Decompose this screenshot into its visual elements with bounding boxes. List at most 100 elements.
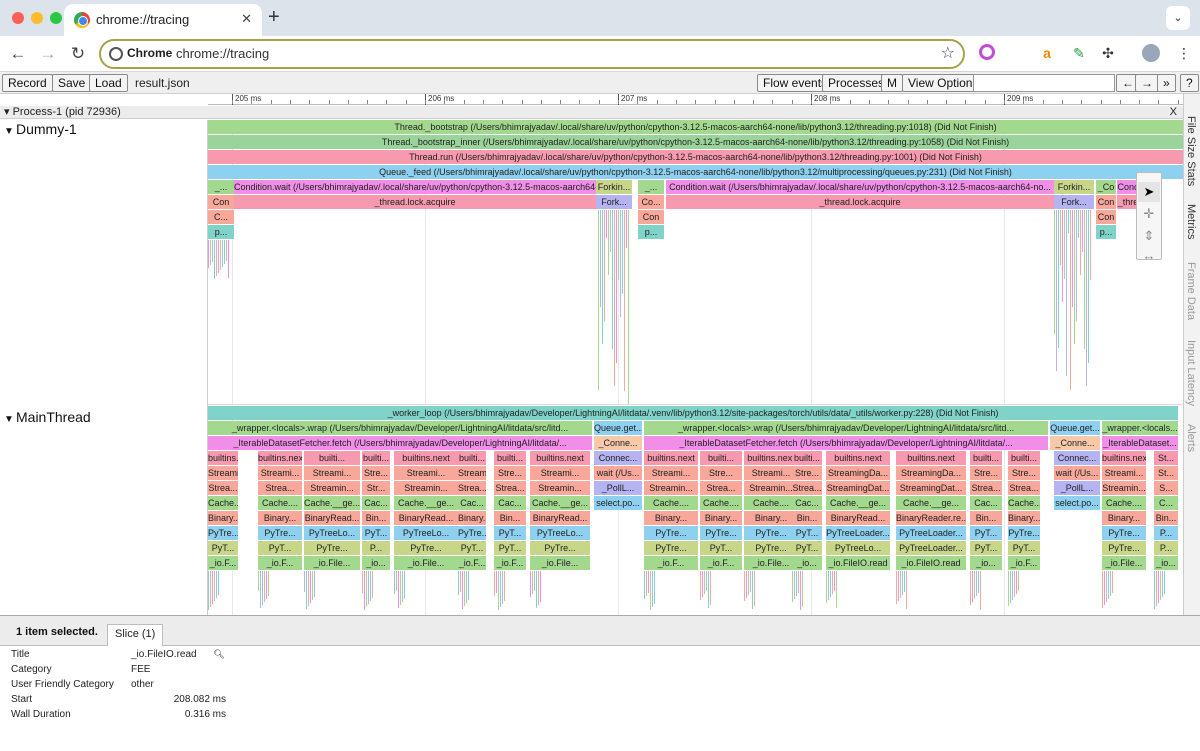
slice[interactable]: _io.File... bbox=[1102, 556, 1146, 570]
record-button[interactable]: Record bbox=[2, 74, 53, 92]
slice[interactable]: builti... bbox=[494, 451, 526, 465]
slice[interactable]: _thread.lock.acquire bbox=[666, 195, 1054, 209]
slice[interactable]: _io.File... bbox=[304, 556, 360, 570]
slice[interactable]: _io.F... bbox=[208, 556, 238, 570]
slice[interactable]: P... bbox=[1154, 541, 1178, 555]
reload-button[interactable]: ↻ bbox=[66, 42, 90, 66]
slice[interactable]: _io.File... bbox=[744, 556, 798, 570]
slice[interactable]: PyTre... bbox=[258, 526, 302, 540]
slice[interactable]: Cache.__ge... bbox=[304, 496, 360, 510]
slice[interactable]: select.po... bbox=[1054, 496, 1100, 510]
m-button[interactable]: M bbox=[881, 74, 903, 92]
slice[interactable]: Streamin... bbox=[1102, 481, 1146, 495]
slice[interactable]: _Conne... bbox=[594, 436, 642, 450]
thread-header-dummy[interactable]: ▼ Dummy-1 bbox=[0, 121, 208, 137]
slice[interactable]: _wrapper.<locals>.wrap (/Users/bhimrajya… bbox=[208, 421, 592, 435]
slice[interactable]: _io.File... bbox=[530, 556, 590, 570]
slice[interactable]: Con bbox=[1096, 210, 1116, 224]
side-tab-alerts[interactable]: Alerts bbox=[1185, 424, 1197, 452]
slice[interactable]: Streami... bbox=[644, 466, 698, 480]
slice[interactable]: PyTre... bbox=[644, 526, 698, 540]
slice[interactable]: Fork... bbox=[596, 195, 632, 209]
slice[interactable]: PyT... bbox=[792, 526, 822, 540]
slice[interactable]: PyTreeLo... bbox=[530, 526, 590, 540]
slice[interactable]: _Conne... bbox=[1050, 436, 1100, 450]
extension-color-icon[interactable] bbox=[979, 44, 995, 60]
slice[interactable]: PyT... bbox=[208, 541, 238, 555]
slice[interactable]: Strea... bbox=[494, 481, 526, 495]
slice[interactable]: _Co bbox=[1096, 180, 1116, 194]
slice[interactable]: _... bbox=[208, 180, 234, 194]
slice[interactable]: Cache.__ge... bbox=[826, 496, 890, 510]
slice[interactable]: Thread.run (/Users/bhimrajyadav/.local/s… bbox=[208, 150, 1183, 164]
slice[interactable]: _wrapper.<locals>.wrap (/Users/bhimrajya… bbox=[644, 421, 1048, 435]
more-button[interactable]: » bbox=[1157, 74, 1176, 92]
thread-header-main[interactable]: ▼ MainThread bbox=[0, 409, 208, 425]
slice[interactable]: Streamin... bbox=[644, 481, 698, 495]
extensions-puzzle-icon[interactable]: ✣ bbox=[1099, 44, 1117, 62]
slice[interactable]: PyTre... bbox=[394, 541, 458, 555]
slice[interactable]: P... bbox=[362, 541, 390, 555]
slice[interactable]: p... bbox=[638, 225, 664, 239]
slice[interactable]: Queue.get... bbox=[1050, 421, 1100, 435]
slice[interactable]: StreamingDat... bbox=[826, 481, 890, 495]
slice[interactable]: BinaryRead... bbox=[826, 511, 890, 525]
slice[interactable]: _io.F... bbox=[458, 556, 486, 570]
collapse-arrow-icon[interactable]: ▼ bbox=[0, 126, 16, 137]
slice[interactable]: Stre... bbox=[494, 466, 526, 480]
slice[interactable]: P... bbox=[1154, 526, 1178, 540]
browser-menu-icon[interactable]: ⋮ bbox=[1175, 44, 1193, 62]
slice[interactable]: BinaryRead... bbox=[304, 511, 360, 525]
slice[interactable]: Binary... bbox=[644, 511, 698, 525]
slice[interactable]: Thread._bootstrap_inner (/Users/bhimrajy… bbox=[208, 135, 1183, 149]
slice[interactable]: select.po... bbox=[594, 496, 642, 510]
slice[interactable]: Binary... bbox=[258, 511, 302, 525]
close-process-button[interactable]: X bbox=[1170, 106, 1177, 118]
slice[interactable]: PyT... bbox=[458, 541, 486, 555]
slice[interactable]: p... bbox=[208, 225, 234, 239]
slice[interactable]: Connec... bbox=[1054, 451, 1100, 465]
slice[interactable]: builti... bbox=[700, 451, 742, 465]
slice[interactable]: Cache.__ge... bbox=[530, 496, 590, 510]
forward-button[interactable]: → bbox=[36, 42, 60, 66]
slice[interactable]: _io.FileIO.read bbox=[826, 556, 890, 570]
slice[interactable]: Cache.__ge... bbox=[896, 496, 966, 510]
help-button[interactable]: ? bbox=[1180, 74, 1199, 92]
slice[interactable]: PyTre... bbox=[744, 541, 798, 555]
slice[interactable]: Thread._bootstrap (/Users/bhimrajyadav/.… bbox=[208, 120, 1183, 134]
slice[interactable]: Condition.wait (/Users/bhimrajyadav/.loc… bbox=[234, 180, 596, 194]
slice[interactable]: _io.F... bbox=[258, 556, 302, 570]
slice[interactable]: _io... bbox=[970, 556, 1002, 570]
slice[interactable]: Queue._feed (/Users/bhimrajyadav/.local/… bbox=[208, 165, 1183, 179]
slice[interactable]: _io... bbox=[792, 556, 822, 570]
slice[interactable]: PyT... bbox=[494, 526, 526, 540]
slice[interactable]: Cac... bbox=[494, 496, 526, 510]
slice[interactable]: Streamin... bbox=[304, 481, 360, 495]
slice[interactable]: Cache.__ge... bbox=[394, 496, 458, 510]
slice[interactable]: Bin... bbox=[1154, 511, 1178, 525]
slice[interactable]: PyTre... bbox=[1008, 526, 1040, 540]
slice[interactable]: _io... bbox=[1154, 556, 1178, 570]
slice[interactable]: PyT... bbox=[792, 541, 822, 555]
slice[interactable]: _io.F... bbox=[644, 556, 698, 570]
slice[interactable]: PyTre... bbox=[208, 526, 238, 540]
slice[interactable]: StreamingDa... bbox=[826, 466, 890, 480]
profile-avatar[interactable] bbox=[1142, 44, 1160, 62]
slice[interactable]: PyT... bbox=[258, 541, 302, 555]
close-window-button[interactable] bbox=[12, 12, 24, 24]
slice[interactable]: builtins.next bbox=[530, 451, 590, 465]
slice[interactable]: builti... bbox=[792, 451, 822, 465]
slice[interactable]: Binary... bbox=[744, 511, 798, 525]
slice[interactable]: PyTre... bbox=[530, 541, 590, 555]
slice[interactable]: wait (/Us... bbox=[1054, 466, 1100, 480]
side-tab-input-latency[interactable]: Input Latency bbox=[1185, 340, 1197, 406]
slice[interactable]: PyTre... bbox=[1102, 541, 1146, 555]
browser-tab[interactable]: chrome://tracing ✕ bbox=[64, 4, 262, 36]
slice[interactable]: PyTre... bbox=[304, 541, 360, 555]
side-tab-file-size-stats[interactable]: File Size Stats bbox=[1185, 116, 1197, 186]
slice[interactable]: PyTreeLoader... bbox=[826, 526, 890, 540]
slice[interactable]: _io.F... bbox=[494, 556, 526, 570]
slice[interactable]: StreamingDa... bbox=[896, 466, 966, 480]
load-button[interactable]: Load bbox=[89, 74, 128, 92]
slice[interactable]: builtins.next bbox=[896, 451, 966, 465]
